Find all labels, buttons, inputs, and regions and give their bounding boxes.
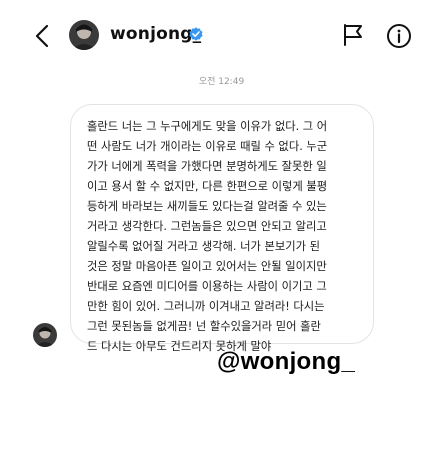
sender-avatar[interactable] <box>33 323 57 347</box>
mention-sticker[interactable]: @wonjong_ <box>217 348 355 376</box>
message-bubble[interactable]: 홀란드 너는 그 누구에게도 맞을 이유가 없다. 그 어 떤 사람도 너가 개… <box>70 104 374 353</box>
message-timestamp: 오전 12:49 <box>198 77 245 87</box>
message-thread: 오전 12:49 홀란드 너는 그 누구에게도 맞을 이유가 없다. 그 어 떤… <box>0 0 443 450</box>
message-text: 홀란드 너는 그 누구에게도 맞을 이유가 없다. 그 어 떤 사람도 너가 개… <box>87 120 328 353</box>
